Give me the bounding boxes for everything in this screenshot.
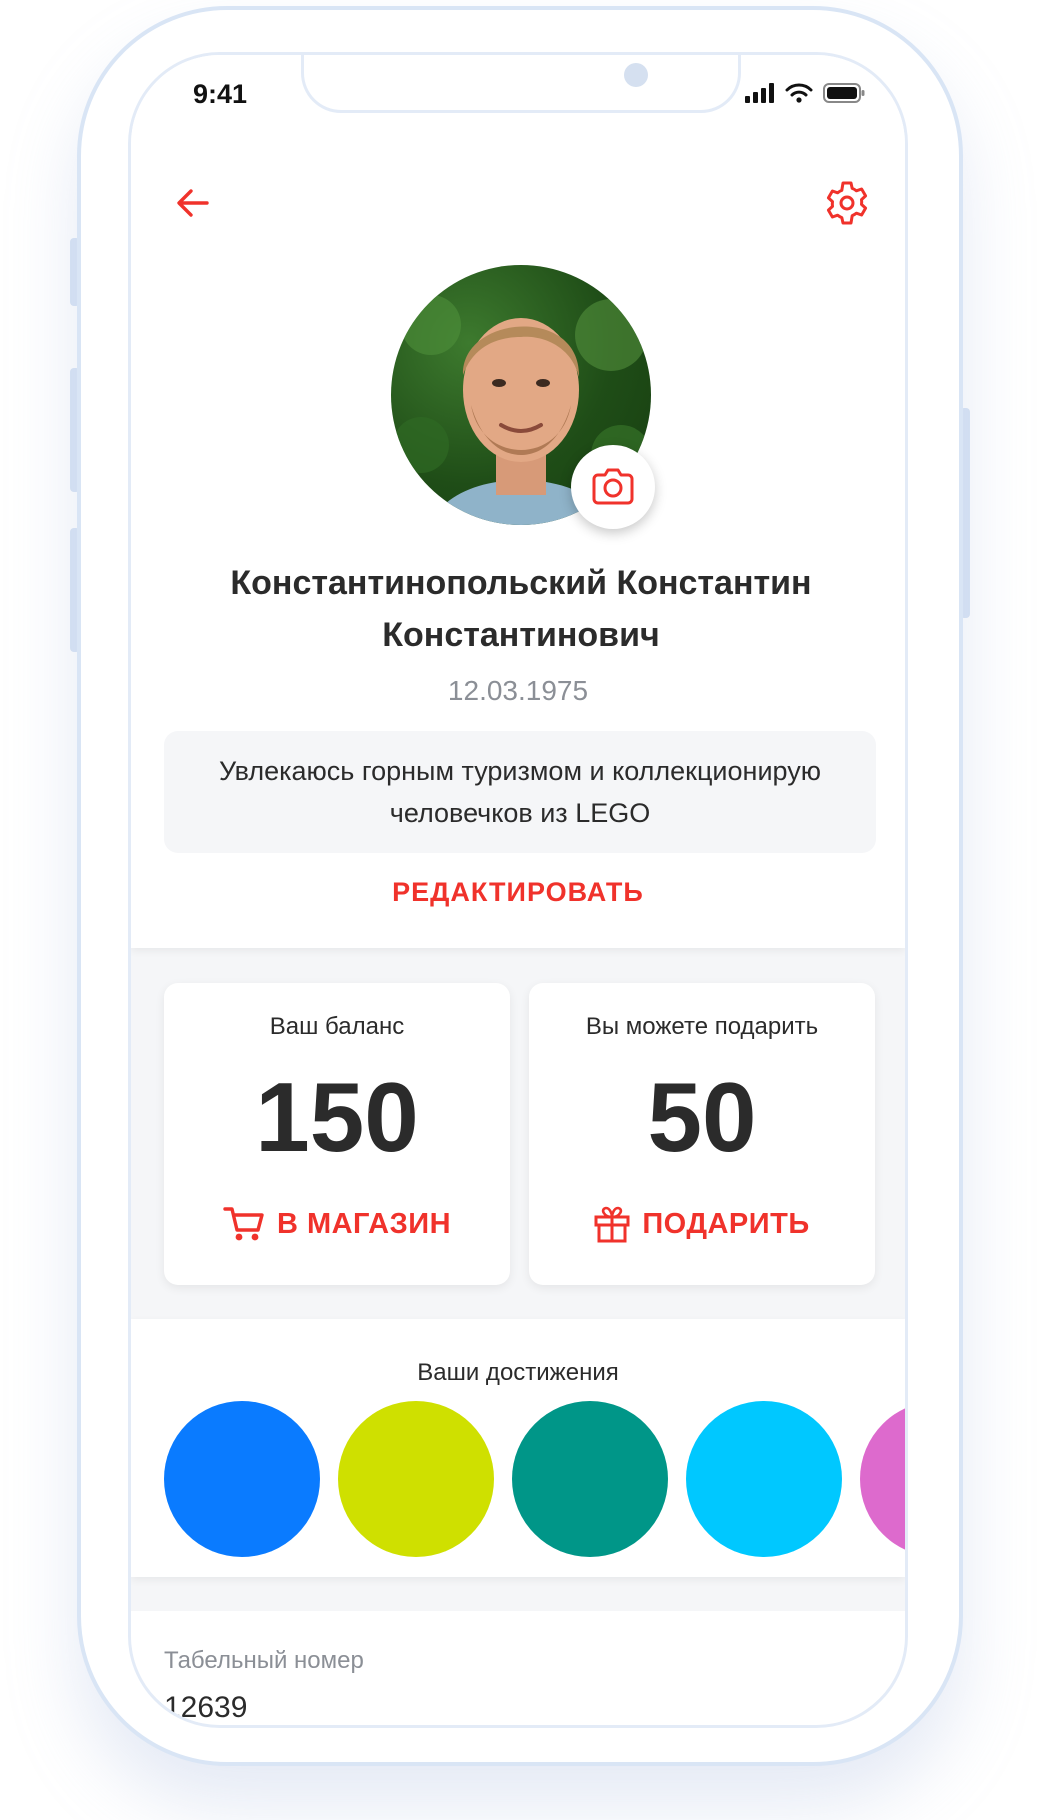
employee-number-card: Табельный номер 12639 <box>131 1611 905 1725</box>
achievement-badge[interactable] <box>860 1401 905 1557</box>
settings-button[interactable] <box>823 179 871 227</box>
achievement-badge[interactable] <box>686 1401 842 1557</box>
stage: Константинопольский Константин Константи… <box>0 0 1043 1820</box>
employee-number-label: Табельный номер <box>164 1647 364 1674</box>
balance-value: 150 <box>255 1062 419 1172</box>
gift-card: Вы можете подарить 50 ПОДАРИТЬ <box>529 983 875 1285</box>
wifi-icon <box>785 83 813 103</box>
status-time: 9:41 <box>193 79 248 109</box>
profile-card: Константинопольский Константин Константи… <box>131 55 905 948</box>
about-text: Увлекаюсь горным туризмом и коллекционир… <box>164 731 876 853</box>
cart-icon <box>223 1207 264 1241</box>
gift-value: 50 <box>647 1062 757 1172</box>
status-icons <box>745 83 865 103</box>
achievements-title: Ваши достижения <box>417 1359 619 1386</box>
signal-icon <box>745 83 774 103</box>
balance-caption: Ваш баланс <box>269 1013 405 1040</box>
employee-number-value: 12639 <box>164 1691 248 1724</box>
front-camera <box>624 63 648 87</box>
profile-name: Константинопольский Константин Константи… <box>230 564 812 654</box>
gift-button-label: ПОДАРИТЬ <box>642 1207 810 1240</box>
achievement-badge[interactable] <box>512 1401 668 1557</box>
balance-card: Ваш баланс 150 В МАГАЗИН <box>164 983 510 1285</box>
gear-icon <box>826 181 868 225</box>
achievement-badge[interactable] <box>164 1401 320 1557</box>
gift-icon <box>594 1206 630 1243</box>
avatar-container <box>391 265 655 529</box>
edit-profile-button[interactable]: РЕДАКТИРОВАТЬ <box>131 877 905 908</box>
phone-screen: Константинопольский Константин Константи… <box>128 52 908 1728</box>
battery-icon <box>823 83 865 103</box>
shop-button[interactable]: В МАГАЗИН <box>164 1205 510 1243</box>
shop-button-label: В МАГАЗИН <box>276 1207 452 1240</box>
birth-date: 12.03.1975 <box>447 675 589 706</box>
change-photo-button[interactable] <box>571 445 655 529</box>
back-button[interactable] <box>173 183 213 223</box>
gift-caption: Вы можете подарить <box>585 1013 819 1040</box>
arrow-left-icon <box>177 189 209 217</box>
achievements-card: Ваши достижения <box>131 1319 905 1577</box>
achievement-badge[interactable] <box>338 1401 494 1557</box>
camera-icon <box>592 468 634 505</box>
notch <box>301 55 741 113</box>
achievements-list <box>164 1401 905 1557</box>
gift-button[interactable]: ПОДАРИТЬ <box>529 1205 875 1243</box>
